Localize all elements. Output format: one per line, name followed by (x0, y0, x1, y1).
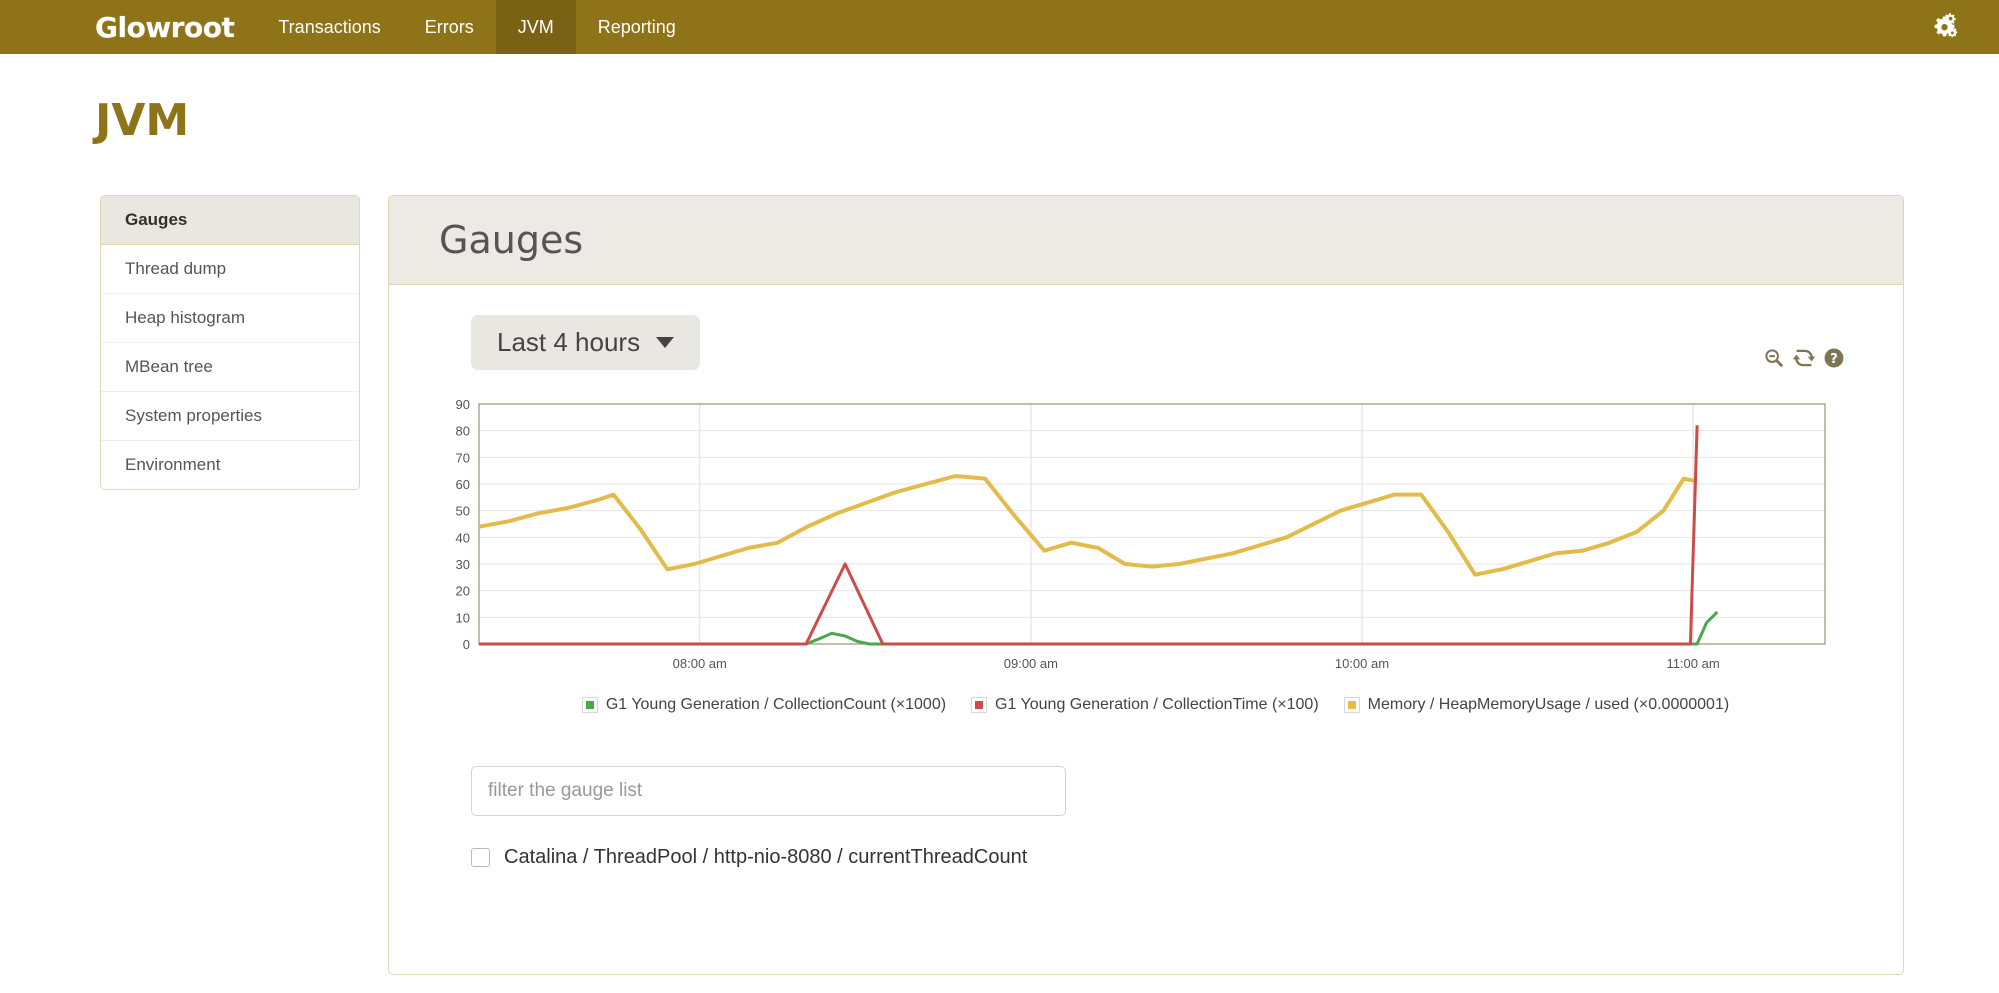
svg-text:?: ? (1830, 352, 1838, 367)
gauge-checkbox[interactable] (471, 848, 490, 867)
nav-item-errors[interactable]: Errors (403, 0, 496, 54)
gauge-list: Catalina / ThreadPool / http-nio-8080 / … (471, 842, 1865, 873)
gears-icon[interactable] (1931, 12, 1961, 42)
gauges-panel: Gauges Last 4 hours (388, 195, 1904, 975)
time-range-dropdown[interactable]: Last 4 hours (471, 315, 700, 370)
sidebar-item-thread-dump[interactable]: Thread dump (101, 245, 359, 294)
sidebar-item-system-properties[interactable]: System properties (101, 392, 359, 441)
top-navbar: Glowroot Transactions Errors JVM Reporti… (0, 0, 1999, 54)
main-layout: Gauges Thread dump Heap histogram MBean … (0, 195, 1999, 975)
svg-text:40: 40 (456, 530, 470, 545)
svg-text:80: 80 (456, 424, 470, 439)
sidebar-item-mbean-tree[interactable]: MBean tree (101, 343, 359, 392)
legend-swatch-red (972, 698, 986, 712)
svg-text:08:00 am: 08:00 am (673, 656, 727, 671)
svg-text:30: 30 (456, 557, 470, 572)
svg-text:60: 60 (456, 477, 470, 492)
page-title: JVM (95, 99, 1999, 143)
svg-text:10: 10 (456, 610, 470, 625)
svg-text:20: 20 (456, 584, 470, 599)
brand-logo[interactable]: Glowroot (95, 0, 256, 54)
sidebar: Gauges Thread dump Heap histogram MBean … (100, 195, 360, 490)
legend-item-heap-used[interactable]: Memory / HeapMemoryUsage / used (×0.0000… (1345, 696, 1730, 714)
time-range-label: Last 4 hours (497, 327, 640, 358)
svg-text:90: 90 (456, 397, 470, 412)
chart-toolbar: ? (1763, 347, 1845, 369)
gauge-filter-input[interactable] (471, 766, 1066, 816)
refresh-icon[interactable] (1793, 347, 1815, 369)
svg-text:0: 0 (463, 637, 470, 652)
legend-label-collection-count: G1 Young Generation / CollectionCount (×… (606, 696, 946, 714)
legend-label-collection-time: G1 Young Generation / CollectionTime (×1… (995, 696, 1319, 714)
nav-item-transactions[interactable]: Transactions (256, 0, 402, 54)
panel-title: Gauges (439, 218, 1853, 262)
legend-item-collection-count[interactable]: G1 Young Generation / CollectionCount (×… (583, 696, 946, 714)
svg-text:11:00 am: 11:00 am (1666, 656, 1719, 671)
sidebar-item-gauges[interactable]: Gauges (101, 196, 359, 245)
sidebar-item-environment[interactable]: Environment (101, 441, 359, 489)
nav-item-reporting[interactable]: Reporting (576, 0, 698, 54)
gauge-chart-svg[interactable]: 0 10 20 30 40 50 60 70 80 90 08:00 am 09:00 am 10:00… (427, 396, 1837, 686)
gauge-chart[interactable]: 0 10 20 30 40 50 60 70 80 90 08:00 am 09:00 am 10:00… (427, 396, 1865, 686)
chevron-down-icon (656, 337, 674, 348)
nav-item-jvm[interactable]: JVM (496, 0, 576, 54)
legend-swatch-yellow (1345, 698, 1359, 712)
svg-text:50: 50 (456, 504, 470, 519)
legend-item-collection-time[interactable]: G1 Young Generation / CollectionTime (×1… (972, 696, 1319, 714)
svg-text:70: 70 (456, 450, 470, 465)
zoom-out-icon[interactable] (1763, 347, 1785, 369)
sidebar-item-heap-histogram[interactable]: Heap histogram (101, 294, 359, 343)
legend-label-heap-used: Memory / HeapMemoryUsage / used (×0.0000… (1368, 696, 1730, 714)
panel-header: Gauges (389, 196, 1903, 285)
svg-text:10:00 am: 10:00 am (1335, 656, 1389, 671)
chart-legend: G1 Young Generation / CollectionCount (×… (427, 696, 1865, 714)
svg-text:09:00 am: 09:00 am (1004, 656, 1058, 671)
filter-row (471, 766, 1865, 816)
navbar-right (1931, 0, 1999, 54)
help-icon[interactable]: ? (1823, 347, 1845, 369)
legend-swatch-green (583, 698, 597, 712)
panel-body: Last 4 hours (389, 285, 1903, 873)
list-item[interactable]: Catalina / ThreadPool / http-nio-8080 / … (471, 842, 1865, 873)
gauge-label: Catalina / ThreadPool / http-nio-8080 / … (504, 846, 1027, 869)
nav-items: Transactions Errors JVM Reporting (256, 0, 697, 54)
